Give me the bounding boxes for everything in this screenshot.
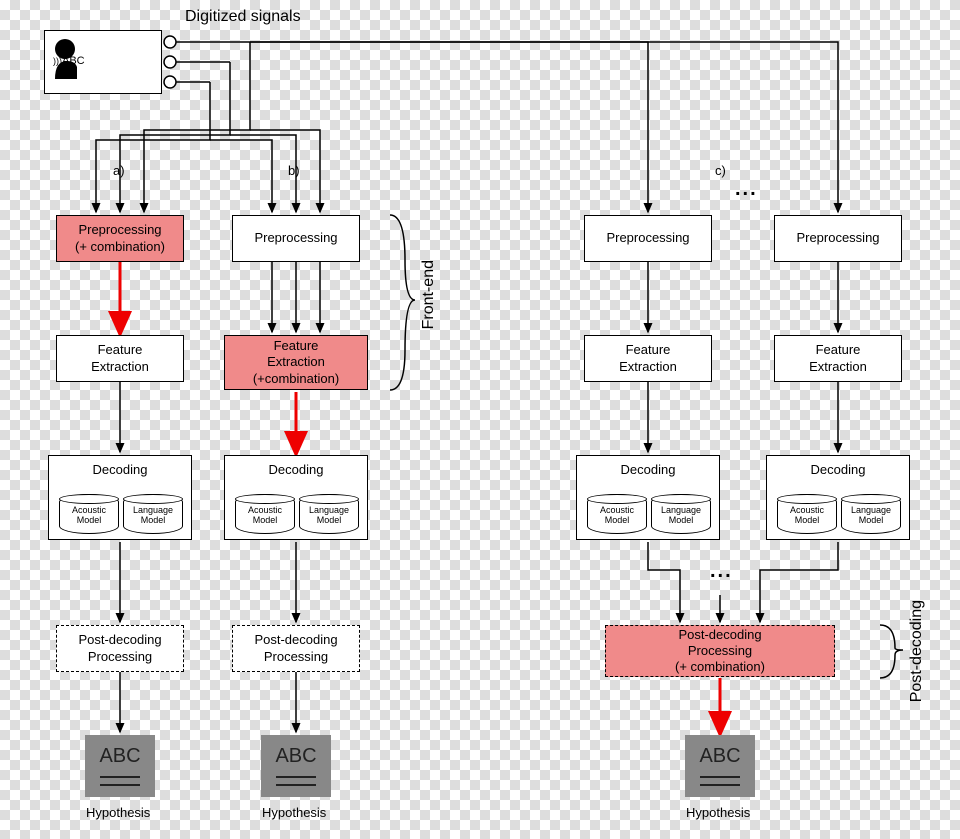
b-output-box: ABC [261,735,331,797]
c1-acoustic-model: Acoustic Model [587,494,647,534]
diagram-connectors [0,0,960,839]
column-a-label: a) [113,163,125,178]
speaker-box: ))) ABC [44,30,162,94]
c-output-text: ABC [699,744,740,769]
b-hypothesis-label: Hypothesis [262,805,326,820]
a-postdecoding-box: Post-decoding Processing [56,625,184,672]
ellipsis-mid: ... [710,560,733,583]
c2-feature-box: Feature Extraction [774,335,902,382]
c-hypothesis-label: Hypothesis [686,805,750,820]
a-hypothesis-label: Hypothesis [86,805,150,820]
c2-language-model: Language Model [841,494,901,534]
a-decoding-label: Decoding [93,462,148,478]
c1-decoding-box: Decoding Acoustic Model Language Model [576,455,720,540]
b-acoustic-model: Acoustic Model [235,494,295,534]
frontend-label: Front-end [420,260,438,329]
b-preprocessing-box: Preprocessing [232,215,360,262]
c1-feature-box: Feature Extraction [584,335,712,382]
column-b-label: b) [288,163,300,178]
c1-language-model: Language Model [651,494,711,534]
a-decoding-box: Decoding Acoustic Model Language Model [48,455,192,540]
b-postdecoding-box: Post-decoding Processing [232,625,360,672]
c2-decoding-label: Decoding [811,462,866,478]
b-decoding-box: Decoding Acoustic Model Language Model [224,455,368,540]
person-speaking-icon [45,31,95,81]
a-language-model: Language Model [123,494,183,534]
c1-decoding-label: Decoding [621,462,676,478]
digitized-signals-label: Digitized signals [185,8,301,26]
b-output-text: ABC [275,744,316,769]
c2-acoustic-model: Acoustic Model [777,494,837,534]
c2-decoding-box: Decoding Acoustic Model Language Model [766,455,910,540]
a-acoustic-model: Acoustic Model [59,494,119,534]
c1-preprocessing-box: Preprocessing [584,215,712,262]
a-feature-box: Feature Extraction [56,335,184,382]
b-feature-box: Feature Extraction (+combination) [224,335,368,390]
c2-preprocessing-box: Preprocessing [774,215,902,262]
ellipsis-top: ... [735,178,758,201]
c-postdecoding-box: Post-decoding Processing (+ combination) [605,625,835,677]
a-preprocessing-box: Preprocessing (+ combination) [56,215,184,262]
c-output-box: ABC [685,735,755,797]
a-output-box: ABC [85,735,155,797]
postdecoding-label: Post-decoding [908,600,926,702]
b-decoding-label: Decoding [269,462,324,478]
a-output-text: ABC [99,744,140,769]
b-language-model: Language Model [299,494,359,534]
column-c-label: c) [715,163,726,178]
